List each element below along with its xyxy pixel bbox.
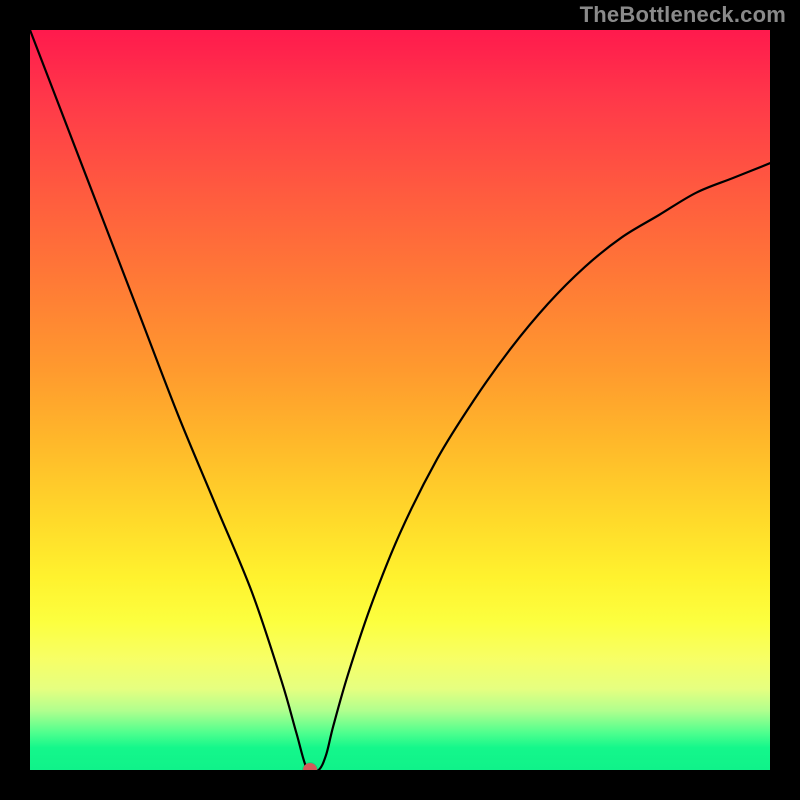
watermark-text: TheBottleneck.com xyxy=(580,2,786,28)
chart-frame: TheBottleneck.com xyxy=(0,0,800,800)
plot-area xyxy=(30,30,770,770)
optimal-marker xyxy=(303,763,317,770)
bottleneck-curve xyxy=(30,30,770,770)
